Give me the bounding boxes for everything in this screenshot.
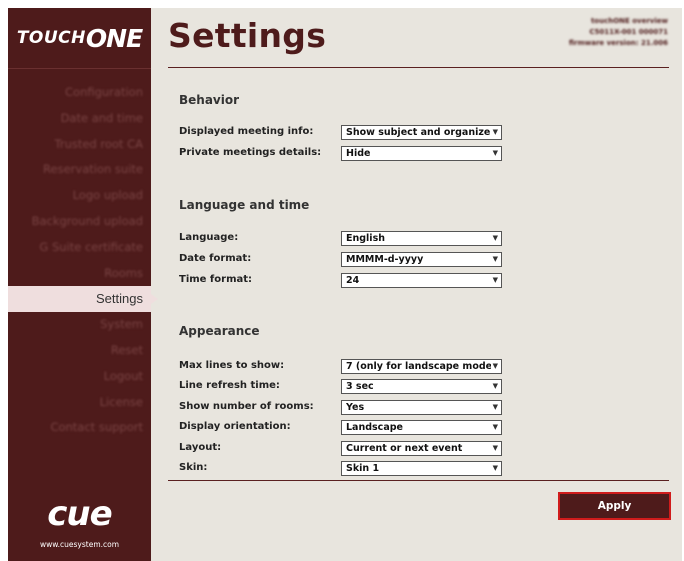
sidebar-item-settings[interactable]: Settings (8, 286, 158, 313)
form-row-line-refresh-time: Line refresh time: 3 sec ▼ (179, 378, 509, 394)
field-label: Display orientation: (179, 421, 291, 432)
dropdown-arrow-icon: ▼ (490, 401, 498, 414)
field-label: Displayed meeting info: (179, 126, 314, 137)
display-orientation-select[interactable]: Landscape ▼ (341, 420, 502, 435)
form-row-skin: Skin: Skin 1 ▼ (179, 460, 509, 476)
field-label: Layout: (179, 442, 222, 453)
dropdown-arrow-icon: ▼ (490, 232, 498, 245)
layout-select[interactable]: Current or next event ▼ (341, 441, 502, 456)
sidebar-item-trusted-root-ca[interactable]: Trusted root CA (8, 132, 151, 158)
field-label: Language: (179, 232, 239, 243)
cue-logo: cue (47, 494, 112, 534)
select-value: 7 (only for landscape mode) (346, 361, 497, 372)
sidebar-item-reset[interactable]: Reset (8, 338, 151, 364)
sidebar-item-contact-support[interactable]: Contact support (8, 415, 151, 441)
dropdown-arrow-icon: ▼ (490, 442, 498, 455)
form-row-time-format: Time format: 24 ▼ (179, 272, 509, 288)
displayed-meeting-info-select[interactable]: Show subject and organizer ▼ (341, 125, 502, 140)
skin-select[interactable]: Skin 1 ▼ (341, 461, 502, 476)
field-label: Max lines to show: (179, 360, 285, 371)
dropdown-arrow-icon: ▼ (490, 360, 498, 373)
sidebar: TOUCH ONE Configuration Date and time Tru… (8, 8, 158, 561)
dropdown-arrow-icon: ▼ (490, 274, 498, 287)
form-row-display-orientation: Display orientation: Landscape ▼ (179, 419, 509, 435)
form-row-layout: Layout: Current or next event ▼ (179, 440, 509, 456)
field-label: Time format: (179, 274, 253, 285)
section-title-behavior: Behavior (179, 93, 240, 107)
select-value: 24 (346, 275, 360, 286)
touchone-logo: TOUCH ONE (8, 8, 151, 68)
form-row-show-number-of-rooms: Show number of rooms: Yes ▼ (179, 399, 509, 415)
select-value: MMMM-d-yyyy (346, 254, 424, 265)
sidebar-item-date-and-time[interactable]: Date and time (8, 106, 151, 132)
sidebar-item-logout[interactable]: Logout (8, 364, 151, 390)
select-value: Landscape (346, 422, 403, 433)
apply-button[interactable]: Apply (558, 492, 671, 520)
dropdown-arrow-icon: ▼ (490, 462, 498, 475)
language-select[interactable]: English ▼ (341, 231, 502, 246)
date-format-select[interactable]: MMMM-d-yyyy ▼ (341, 252, 502, 267)
line-refresh-time-select[interactable]: 3 sec ▼ (341, 379, 502, 394)
select-value: Current or next event (346, 443, 463, 454)
select-value: English (346, 233, 385, 244)
field-label: Skin: (179, 462, 208, 473)
dropdown-arrow-icon: ▼ (490, 253, 498, 266)
sidebar-item-reservation-suite[interactable]: Reservation suite (8, 157, 151, 183)
sidebar-item-g-suite-certificate[interactable]: G Suite certificate (8, 235, 151, 261)
field-label: Show number of rooms: (179, 401, 314, 412)
title-divider (168, 67, 669, 68)
sidebar-divider (8, 68, 151, 69)
select-value: 3 sec (346, 381, 374, 392)
sidebar-item-background-upload[interactable]: Background upload (8, 209, 151, 235)
form-row-displayed-meeting-info: Displayed meeting info: Show subject and… (179, 124, 509, 140)
dropdown-arrow-icon: ▼ (490, 126, 498, 139)
section-title-appearance: Appearance (179, 324, 260, 338)
max-lines-select[interactable]: 7 (only for landscape mode) ▼ (341, 359, 502, 374)
section-title-language-and-time: Language and time (179, 198, 310, 212)
sidebar-item-configuration[interactable]: Configuration (8, 80, 151, 106)
sidebar-item-logo-upload[interactable]: Logo upload (8, 183, 151, 209)
time-format-select[interactable]: 24 ▼ (341, 273, 502, 288)
select-value: Skin 1 (346, 463, 380, 474)
form-row-language: Language: English ▼ (179, 230, 509, 246)
form-row-date-format: Date format: MMMM-d-yyyy ▼ (179, 251, 509, 267)
dropdown-arrow-icon: ▼ (490, 421, 498, 434)
dropdown-arrow-icon: ▼ (490, 380, 498, 393)
select-value: Show subject and organizer (346, 127, 495, 138)
form-row-max-lines: Max lines to show: 7 (only for landscape… (179, 358, 509, 374)
sidebar-menu: Configuration Date and time Trusted root… (8, 80, 158, 441)
field-label: Line refresh time: (179, 380, 280, 391)
version-line: firmware version: 21.006 (568, 39, 668, 47)
select-value: Yes (346, 402, 365, 413)
page-title: Settings (168, 16, 327, 55)
field-label: Date format: (179, 253, 252, 264)
sidebar-item-license[interactable]: License (8, 390, 151, 416)
version-info: touchONE overview C5011X-001 000071 firm… (569, 16, 668, 49)
form-row-private-meetings-details: Private meetings details: Hide ▼ (179, 145, 509, 161)
form-divider (168, 480, 669, 481)
logo-one: ONE (85, 23, 143, 53)
sidebar-item-system[interactable]: System (8, 312, 151, 338)
dropdown-arrow-icon: ▼ (490, 147, 498, 160)
logo-touch: TOUCH (16, 28, 86, 48)
field-label: Private meetings details: (179, 147, 322, 158)
version-line: touchONE overview (590, 17, 668, 25)
cue-url[interactable]: www.cuesystem.com (8, 540, 151, 549)
app-frame: TOUCH ONE Configuration Date and time Tru… (8, 8, 682, 561)
show-number-of-rooms-select[interactable]: Yes ▼ (341, 400, 502, 415)
select-value: Hide (346, 148, 371, 159)
version-line: C5011X-001 000071 (589, 28, 668, 36)
private-meetings-details-select[interactable]: Hide ▼ (341, 146, 502, 161)
sidebar-item-rooms[interactable]: Rooms (8, 261, 151, 287)
